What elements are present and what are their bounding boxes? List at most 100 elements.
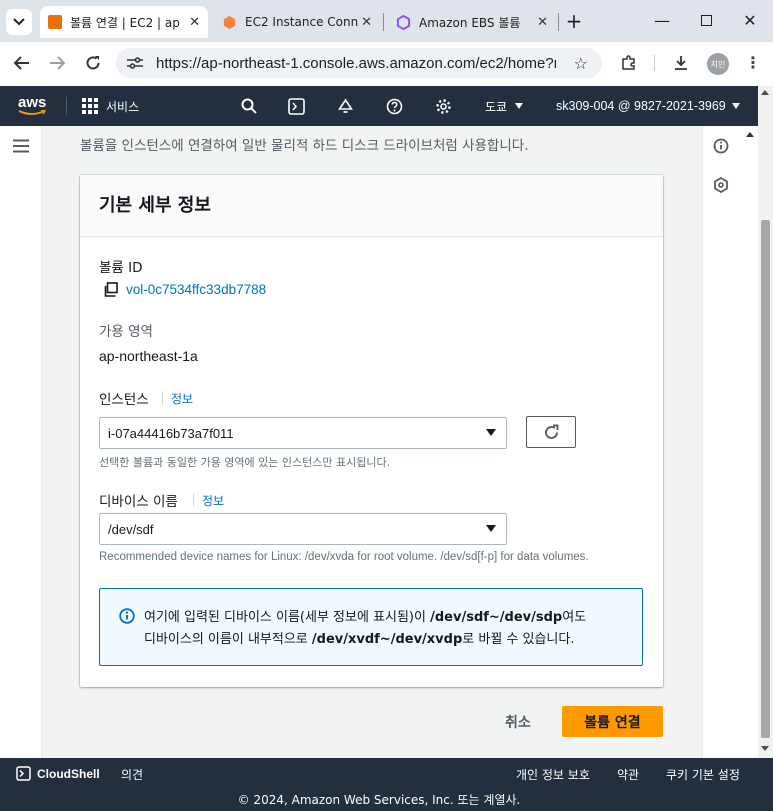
minimize-button[interactable]: — [640, 6, 684, 34]
alert-text-line2: 디바이스의 이름이 내부적으로 /dev/xvdf~/dev/xvdp로 바뀔 … [144, 628, 574, 647]
caret-down-icon [515, 103, 524, 109]
volume-id-label: 볼륨 ID [99, 260, 143, 276]
toolbar-divider [654, 55, 655, 71]
hexagon-icon [714, 176, 728, 194]
instance-info-link[interactable]: 정보 [171, 390, 193, 407]
tab-attach-volume[interactable]: 볼륨 연결 | EC2 | ap ✕ [40, 6, 208, 38]
cookie-preferences-link[interactable]: 쿠키 기본 설정 [666, 766, 740, 783]
region-selector[interactable]: 도쿄 [485, 86, 524, 126]
cloudshell-button[interactable] [288, 86, 305, 126]
scroll-down-arrow[interactable] [761, 746, 769, 751]
hamburger-icon [13, 139, 29, 153]
account-menu[interactable]: sk309-004 @ 9827-2021-3969 [556, 86, 740, 126]
settings-button[interactable] [435, 86, 452, 126]
device-info-link[interactable]: 정보 [202, 492, 224, 509]
hamburger-menu-button[interactable] [12, 138, 30, 154]
close-window-button[interactable]: ✕ [728, 6, 772, 34]
tutorial-panel-button[interactable] [713, 176, 731, 195]
refresh-icon [544, 424, 558, 439]
bookmark-star-icon[interactable]: ☆ [574, 54, 588, 73]
privacy-link[interactable]: 개인 정보 보호 [516, 766, 590, 783]
device-name-label: 디바이스 이름 [99, 494, 178, 510]
terminal-icon [16, 766, 31, 781]
close-tab-icon[interactable]: ✕ [537, 15, 548, 30]
alert-text: 여기에 입력된 디바이스 이름(세부 정보에 표시됨)이 [144, 610, 431, 625]
extensions-button[interactable] [615, 49, 643, 77]
label-divider [162, 391, 163, 405]
download-icon [675, 56, 687, 70]
page-description: 볼륨을 인스턴스에 연결하여 일반 물리적 하드 디스크 드라이브처럼 사용합니… [80, 138, 529, 154]
scroll-up-arrow[interactable] [761, 90, 769, 95]
downloads-button[interactable] [667, 49, 695, 77]
instance-label: 인스턴스 [99, 392, 149, 408]
device-info-alert [99, 588, 643, 666]
notifications-button[interactable] [337, 86, 354, 126]
arrow-left-icon [14, 56, 29, 70]
close-tab-icon[interactable]: ✕ [189, 15, 200, 30]
inner-scroll-up-arrow[interactable] [746, 132, 754, 137]
caret-down-icon [486, 525, 496, 532]
tab-ec2-instance-connect[interactable]: EC2 Instance Conn ✕ [214, 6, 380, 38]
refresh-instances-button[interactable] [526, 416, 576, 448]
alert-internal-range: /dev/xvdf~/dev/xvdp [311, 632, 463, 647]
kebab-menu-icon: ⋮ [745, 53, 761, 72]
nav-divider [66, 86, 67, 126]
aws-logo[interactable]: aws [18, 86, 46, 126]
tab-amazon-ebs[interactable]: Amazon EBS 볼륨 ✕ [388, 6, 556, 38]
reload-button[interactable] [79, 49, 107, 77]
alert-text-line1: 여기에 입력된 디바이스 이름(세부 정보에 표시됨)이 /dev/sdf~/d… [144, 606, 586, 625]
site-settings-icon[interactable] [126, 56, 144, 70]
terms-link[interactable]: 약관 [617, 766, 639, 783]
tab-title: EC2 Instance Conn [245, 15, 359, 29]
console-footer: CloudShell 의견 개인 정보 보호 약관 쿠키 기본 설정 © 202… [0, 758, 773, 811]
help-icon [386, 98, 403, 114]
search-button[interactable] [241, 86, 257, 126]
new-tab-button[interactable]: + [562, 9, 586, 33]
aws-favicon-icon [48, 15, 62, 29]
alert-text: 디바이스의 이름이 내부적으로 [144, 632, 312, 647]
services-menu[interactable]: 서비스 [82, 86, 139, 126]
puzzle-icon [622, 55, 635, 70]
back-button[interactable] [8, 49, 36, 77]
address-bar[interactable]: https://ap-northeast-1.console.aws.amazo… [116, 48, 602, 78]
az-value: ap-northeast-1a [99, 348, 198, 364]
account-label: sk309-004 @ 9827-2021-3969 [556, 99, 726, 113]
tab-divider [558, 13, 559, 31]
help-button[interactable] [386, 86, 403, 126]
feedback-link[interactable]: 의견 [121, 766, 143, 783]
attach-volume-button[interactable]: 볼륨 연결 [562, 706, 663, 737]
profile-label: 지민 [710, 59, 726, 69]
instance-select-value: i-07a44416b73a7f011 [108, 425, 234, 441]
close-tab-icon[interactable]: ✕ [361, 15, 372, 30]
caret-down-icon [486, 429, 496, 436]
info-panel-button[interactable] [713, 138, 731, 156]
search-icon [241, 98, 257, 114]
tab-list-button[interactable] [6, 9, 32, 35]
copy-icon [104, 282, 118, 297]
grid-icon [82, 98, 98, 114]
scrollbar-thumb[interactable] [761, 220, 770, 738]
alert-device-range: /dev/sdf~/dev/sdp [430, 610, 563, 625]
cancel-button[interactable]: 취소 [505, 712, 531, 732]
info-icon [713, 138, 729, 154]
url-text: https://ap-northeast-1.console.aws.amazo… [156, 54, 556, 72]
cloudshell-footer-button[interactable]: CloudShell [16, 766, 100, 781]
instance-hint: 선택한 볼륨과 동일한 가용 영역에 있는 인스턴스만 표시됩니다. [99, 456, 391, 469]
aws-top-nav: aws 서비스 도쿄 sk309-004 @ 9827-2021-3969 [0, 86, 758, 126]
browser-menu-button[interactable]: ⋮ [739, 49, 767, 77]
maximize-button[interactable] [684, 6, 728, 34]
copy-volume-id-button[interactable] [103, 282, 119, 298]
az-label: 가용 영역 [99, 324, 153, 340]
region-label: 도쿄 [485, 99, 508, 114]
profile-avatar[interactable]: 지민 [707, 53, 729, 75]
alert-text: 여도 [562, 610, 587, 625]
forward-button[interactable] [43, 49, 71, 77]
gear-icon [436, 98, 451, 114]
instance-select[interactable]: i-07a44416b73a7f011 [99, 417, 507, 449]
maximize-icon [700, 14, 712, 26]
terminal-icon [288, 97, 305, 115]
volume-id-link[interactable]: vol-0c7534ffc33db7788 [126, 282, 266, 297]
right-tools-strip [702, 126, 742, 758]
copyright-text: © 2024, Amazon Web Services, Inc. 또는 계열사… [237, 793, 521, 807]
device-name-select[interactable]: /dev/sdf [99, 513, 507, 545]
